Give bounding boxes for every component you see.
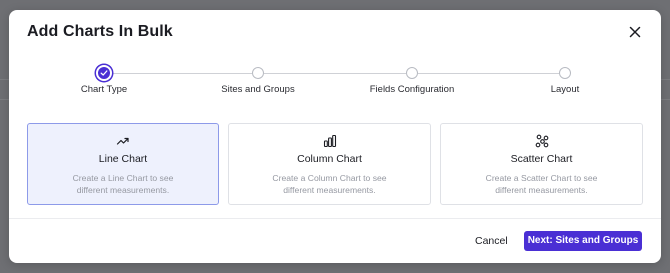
step-connector [418, 72, 559, 74]
card-description: Create a Scatter Chart to see different … [485, 173, 598, 195]
trending-up-icon [116, 137, 129, 145]
close-icon[interactable] [627, 24, 643, 40]
chart-type-card-line[interactable]: Line Chart Create a Line Chart to see di… [27, 123, 219, 205]
check-icon [100, 70, 108, 76]
cancel-button[interactable]: Cancel [475, 231, 508, 251]
next-button[interactable]: Next: Sites and Groups [524, 231, 642, 251]
step-label: Fields Configuration [369, 84, 455, 95]
step-indicator [406, 67, 418, 79]
card-title: Column Chart [297, 153, 362, 165]
step-label: Sites and Groups [221, 84, 295, 95]
step-indicator [559, 67, 571, 79]
step-indicator [252, 67, 264, 79]
card-title: Line Chart [98, 153, 148, 165]
step-label: Layout [550, 84, 580, 95]
bar-chart-icon [323, 134, 336, 148]
card-title: Scatter Chart [510, 153, 573, 165]
footer-divider [9, 218, 661, 219]
step-connector [110, 72, 252, 74]
dialog-title: Add Charts In Bulk [27, 23, 173, 40]
card-description: Create a Column Chart to see different m… [272, 173, 387, 195]
step-indicator-completed [96, 65, 112, 81]
chart-type-card-scatter[interactable]: Scatter Chart Create a Scatter Chart to … [440, 123, 643, 205]
chart-type-card-column[interactable]: Column Chart Create a Column Chart to se… [228, 123, 431, 205]
scatter-icon [535, 134, 548, 148]
add-charts-dialog: Add Charts In Bulk Chart Type Sites and … [9, 10, 661, 263]
step-label: Chart Type [80, 84, 128, 95]
card-description: Create a Line Chart to see different mea… [72, 173, 174, 195]
step-connector [264, 72, 406, 74]
close-button[interactable] [627, 24, 643, 40]
stepper: Chart Type Sites and Groups Fields Confi… [9, 65, 661, 106]
